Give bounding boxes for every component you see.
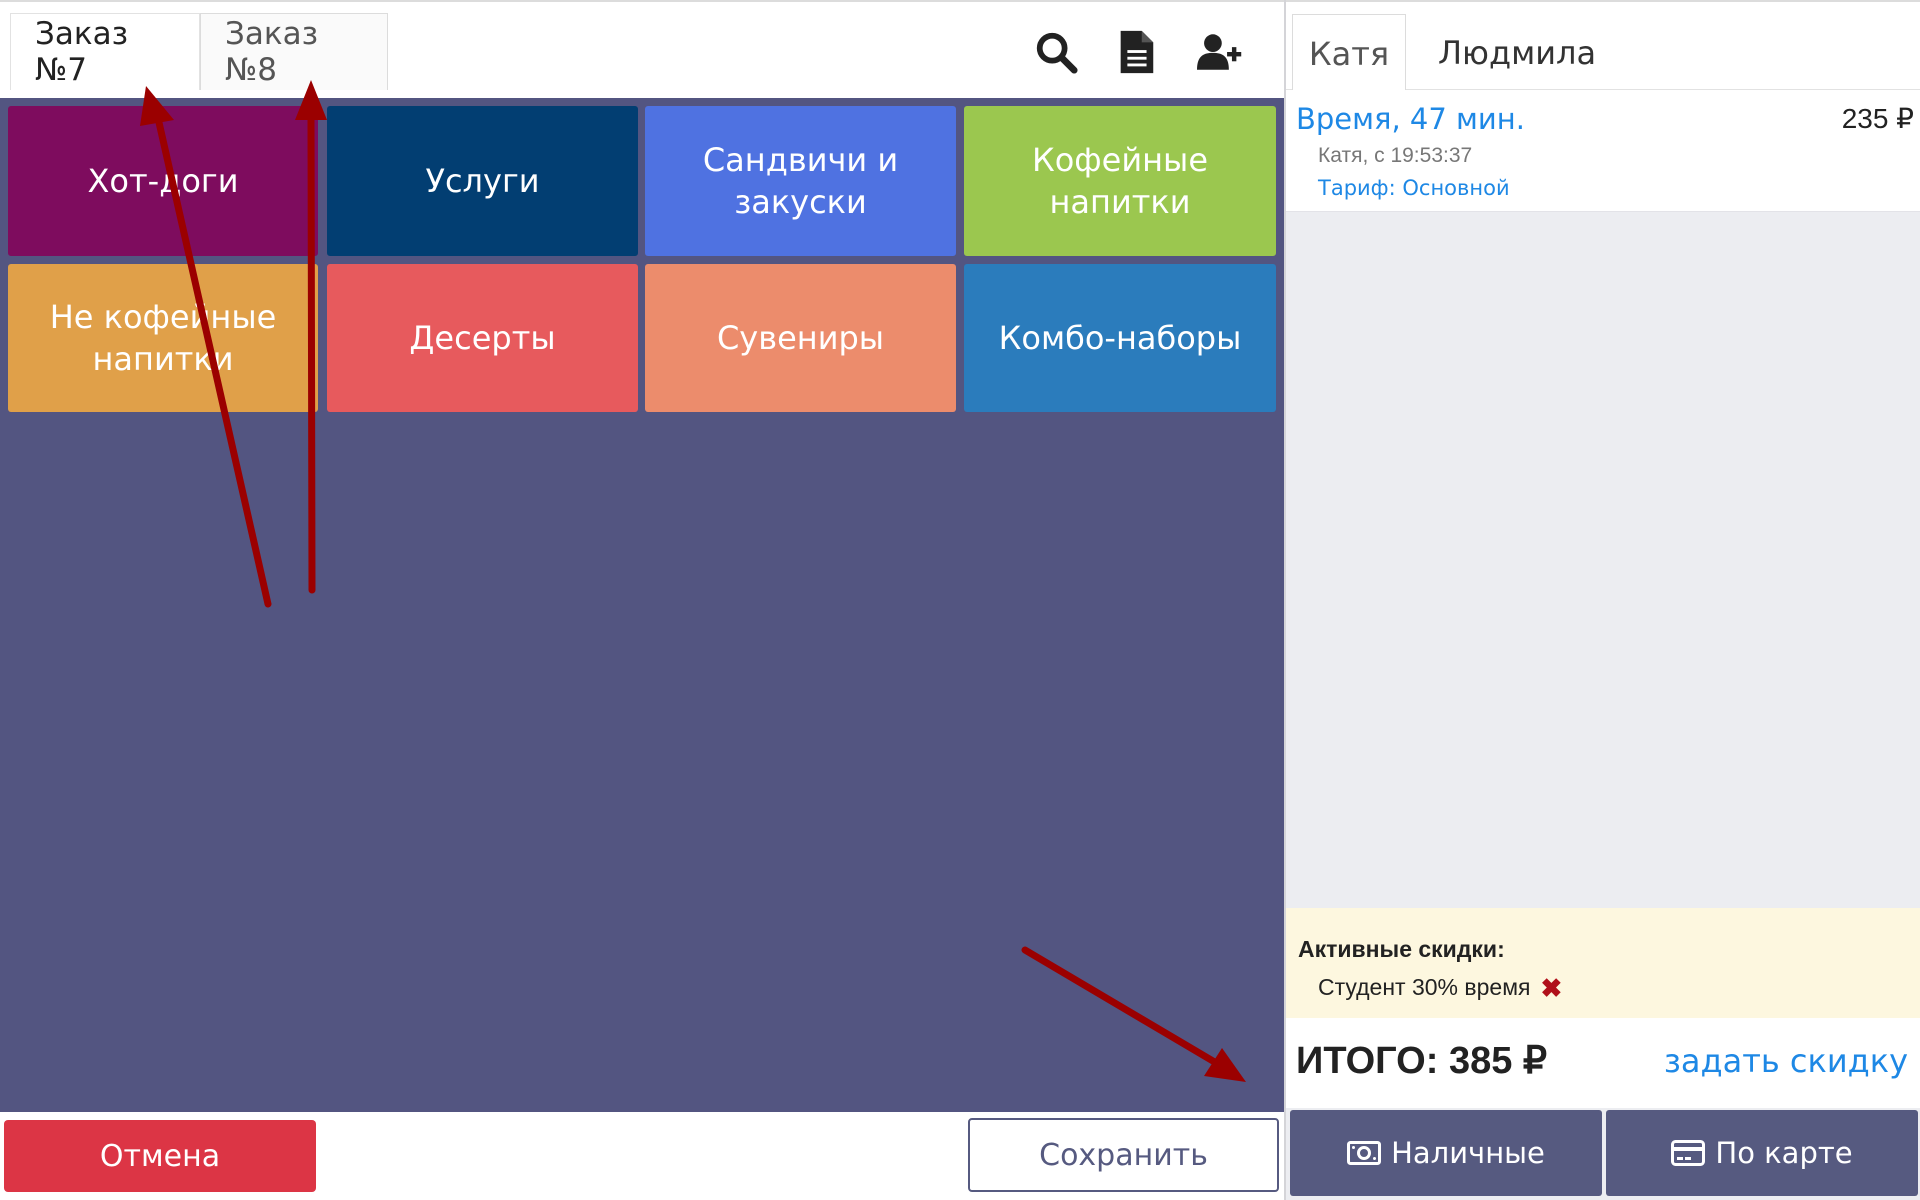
discount-item: Студент 30% время ✖ — [1318, 974, 1562, 1001]
category-souvenirs[interactable]: Сувениры — [645, 264, 956, 412]
save-button[interactable]: Сохранить — [968, 1118, 1279, 1192]
category-coffee-drinks[interactable]: Кофейные напитки — [964, 106, 1276, 256]
pay-cash-button[interactable]: Наличные — [1290, 1110, 1602, 1196]
active-discounts: Активные скидки: Студент 30% время ✖ — [1286, 908, 1920, 1018]
add-user-icon[interactable] — [1194, 28, 1246, 76]
cash-icon — [1347, 1141, 1382, 1165]
category-grid: Хот-доги Услуги Сандвичи и закуски Кофей… — [0, 98, 1284, 1112]
tab-staff-katya[interactable]: Катя — [1292, 14, 1406, 92]
cart-item-tariff[interactable]: Тариф: Основной — [1318, 176, 1510, 200]
category-hot-dogs[interactable]: Хот-доги — [8, 106, 318, 256]
category-desserts[interactable]: Десерты — [327, 264, 638, 412]
tab-staff-lyudmila[interactable]: Людмила — [1422, 14, 1612, 92]
order-tabs-bar: Заказ №7 Заказ №8 — [0, 0, 1284, 98]
category-combo-sets[interactable]: Комбо-наборы — [964, 264, 1276, 412]
cart-item-title[interactable]: Время, 47 мин. — [1296, 102, 1525, 136]
cart-item-subtitle: Катя, с 19:53:37 — [1318, 144, 1473, 167]
tab-order-8[interactable]: Заказ №8 — [200, 13, 388, 90]
tab-order-7[interactable]: Заказ №7 — [10, 13, 200, 90]
pay-card-button[interactable]: По карте — [1606, 1110, 1918, 1196]
cart-item[interactable]: Время, 47 мин. 235 ₽ Катя, с 19:53:37 Та… — [1286, 90, 1920, 212]
document-icon[interactable] — [1112, 28, 1160, 76]
cancel-button[interactable]: Отмена — [4, 1120, 316, 1192]
discount-label: Студент 30% время — [1318, 974, 1531, 1000]
remove-discount-icon[interactable]: ✖ — [1540, 975, 1562, 1001]
credit-card-icon — [1671, 1140, 1706, 1166]
set-discount-link[interactable]: задать скидку — [1664, 1042, 1908, 1080]
order-total: ИТОГО: 385 ₽ — [1296, 1040, 1548, 1082]
cart-panel: Катя Людмила Время, 47 мин. 235 ₽ Катя, … — [1284, 0, 1920, 1200]
staff-tabs-bar: Катя Людмила — [1286, 0, 1920, 92]
order-actions: Отмена Сохранить — [0, 1112, 1284, 1200]
pay-card-label: По карте — [1715, 1136, 1853, 1170]
discounts-title: Активные скидки: — [1298, 936, 1505, 962]
category-sandwiches[interactable]: Сандвичи и закуски — [645, 106, 956, 256]
pay-cash-label: Наличные — [1391, 1136, 1545, 1170]
total-bar: ИТОГО: 385 ₽ задать скидку — [1286, 1018, 1920, 1108]
search-icon[interactable] — [1032, 28, 1080, 76]
cart-item-price: 235 ₽ — [1841, 103, 1914, 134]
category-services[interactable]: Услуги — [327, 106, 638, 256]
category-non-coffee-drinks[interactable]: Не кофейные напитки — [8, 264, 318, 412]
order-panel: Заказ №7 Заказ №8 Хот-доги Услуги Сандви… — [0, 0, 1284, 1200]
